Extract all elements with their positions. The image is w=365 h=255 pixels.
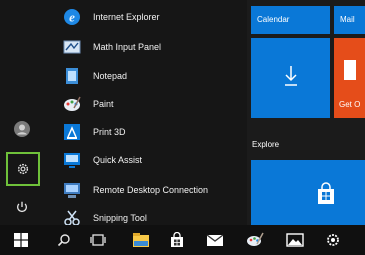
app-label: Paint [93, 99, 114, 109]
power-icon [16, 201, 28, 213]
app-item-paint[interactable]: Paint [45, 90, 247, 118]
settings-taskbar-button[interactable] [322, 230, 344, 250]
user-avatar-icon [14, 121, 30, 137]
notepad-icon [61, 65, 83, 87]
search-button[interactable] [53, 230, 75, 250]
download-arrow-icon [285, 66, 297, 86]
app-item-print-3d[interactable]: Print 3D [45, 118, 247, 146]
explore-group-label: Explore [252, 140, 280, 149]
app-item-quick-assist[interactable]: Quick Assist [45, 146, 247, 174]
app-item-remote-desktop-connection[interactable]: Remote Desktop Connection [45, 176, 247, 204]
app-label: Print 3D [93, 127, 126, 137]
tiles-area: Calendar Mail Get O Explore [247, 0, 365, 240]
mail-tile[interactable]: Mail [334, 6, 365, 34]
internet-explorer-icon: e [61, 6, 83, 28]
app-label: Snipping Tool [93, 213, 147, 223]
calendar-tile-label: Calendar [257, 15, 290, 24]
print-3d-icon [61, 121, 83, 143]
file-explorer-button[interactable] [130, 230, 152, 250]
paint-icon [61, 93, 83, 115]
snipping-tool-icon [61, 207, 83, 225]
start-menu-screen: e Internet Explorer Math Input Panel Not… [0, 0, 365, 255]
office-icon [344, 60, 356, 80]
calendar-tile[interactable]: Calendar [251, 6, 330, 34]
app-item-math-input-panel[interactable]: Math Input Panel [45, 33, 247, 61]
settings-icon [327, 234, 339, 246]
store-icon [171, 232, 183, 247]
photos-taskbar-button[interactable] [284, 230, 306, 250]
store-taskbar-button[interactable] [166, 230, 188, 250]
search-icon [57, 234, 70, 247]
task-view-icon [90, 234, 106, 246]
app-label: Quick Assist [93, 155, 143, 165]
get-office-tile-label: Get O [339, 100, 361, 109]
paint-icon [247, 232, 264, 246]
settings-gear-icon [17, 163, 29, 175]
start-button[interactable] [10, 230, 32, 250]
download-tile[interactable] [251, 38, 330, 118]
svg-text:e: e [69, 10, 75, 25]
paint-taskbar-button[interactable] [244, 230, 266, 250]
store-bag-icon [318, 182, 334, 204]
app-label: Remote Desktop Connection [93, 185, 209, 195]
app-label: Math Input Panel [93, 42, 162, 52]
task-view-button[interactable] [87, 230, 109, 250]
quick-assist-icon [61, 149, 83, 171]
math-input-panel-icon [61, 36, 83, 58]
photos-icon [286, 233, 304, 247]
user-account-button[interactable] [6, 113, 38, 145]
app-label: Internet Explorer [93, 12, 160, 22]
app-item-snipping-tool[interactable]: Snipping Tool [45, 204, 247, 225]
app-item-internet-explorer[interactable]: e Internet Explorer [45, 3, 247, 31]
remote-desktop-icon [61, 179, 83, 201]
app-label: Notepad [93, 71, 128, 81]
mail-tile-label: Mail [340, 15, 355, 24]
taskbar [0, 225, 365, 255]
power-button[interactable] [6, 191, 38, 223]
mail-icon [206, 234, 224, 246]
windows-start-icon [14, 233, 28, 247]
start-left-rail [0, 0, 45, 225]
settings-button[interactable] [6, 152, 40, 186]
mail-taskbar-button[interactable] [204, 230, 226, 250]
file-explorer-icon [133, 233, 149, 247]
app-item-notepad[interactable]: Notepad [45, 62, 247, 90]
get-office-tile[interactable]: Get O [334, 38, 365, 118]
app-list: e Internet Explorer Math Input Panel Not… [45, 0, 247, 225]
